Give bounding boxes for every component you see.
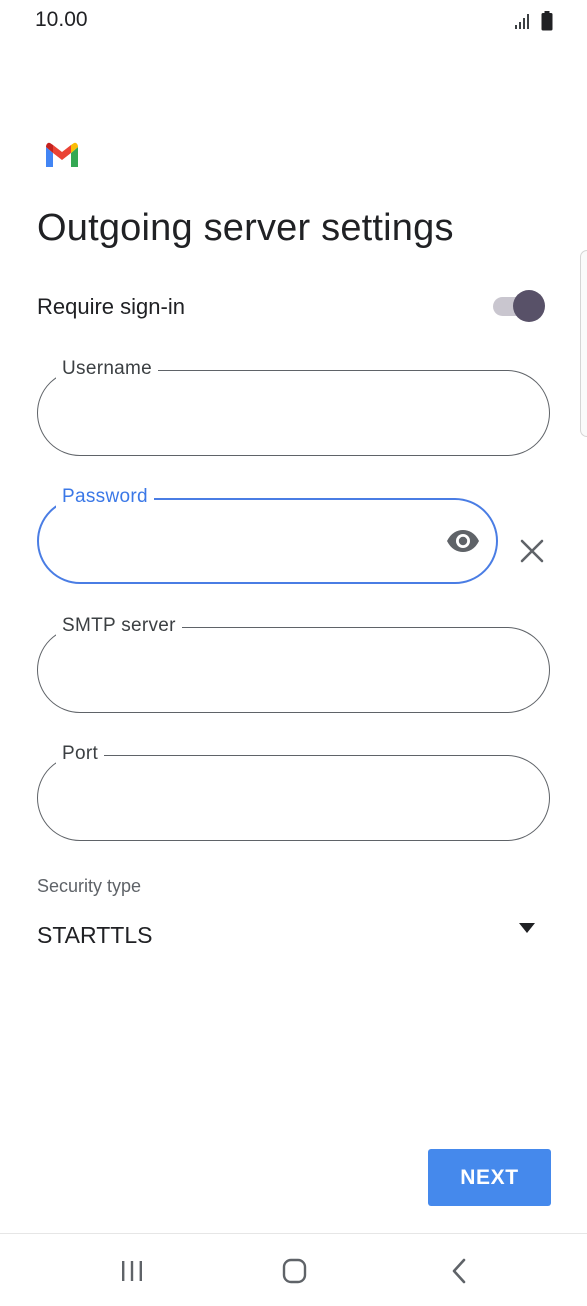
dropdown-arrow-icon <box>519 923 535 933</box>
port-label: Port <box>56 742 105 766</box>
toggle-thumb <box>513 290 545 322</box>
port-input[interactable] <box>65 783 469 815</box>
battery-icon <box>541 11 553 31</box>
clear-password-close-icon[interactable] <box>519 538 545 564</box>
page-title: Outgoing server settings <box>37 207 454 249</box>
password-input[interactable] <box>65 526 409 558</box>
back-icon[interactable] <box>440 1256 480 1286</box>
require-signin-toggle[interactable] <box>493 290 545 322</box>
outgoing-server-settings-screen: 10.00 Outgoing server settings Require s… <box>0 0 587 1306</box>
password-field[interactable]: Password <box>37 485 498 584</box>
show-password-eye-icon[interactable] <box>446 528 480 554</box>
password-label: Password <box>56 485 154 509</box>
security-type-dropdown[interactable]: STARTTLS <box>37 914 547 958</box>
home-icon[interactable] <box>274 1256 314 1286</box>
next-button[interactable]: NEXT <box>428 1149 551 1206</box>
recent-apps-icon[interactable] <box>112 1256 152 1286</box>
require-signin-label: Require sign-in <box>37 294 185 319</box>
status-time: 10.00 <box>35 8 88 31</box>
security-type-value: STARTTLS <box>37 922 153 948</box>
require-signin-row: Require sign-in <box>37 284 550 330</box>
username-input[interactable] <box>65 398 469 430</box>
smtp-server-input[interactable] <box>65 655 469 687</box>
smtp-server-field[interactable]: SMTP server <box>37 614 550 713</box>
navigation-bar <box>0 1233 587 1306</box>
security-type-label: Security type <box>37 876 142 896</box>
username-label: Username <box>56 357 159 381</box>
port-field[interactable]: Port <box>37 742 550 841</box>
gmail-logo <box>46 142 78 167</box>
username-field[interactable]: Username <box>37 357 550 456</box>
scroll-indicator[interactable] <box>580 250 587 437</box>
smtp-server-label: SMTP server <box>56 614 182 638</box>
